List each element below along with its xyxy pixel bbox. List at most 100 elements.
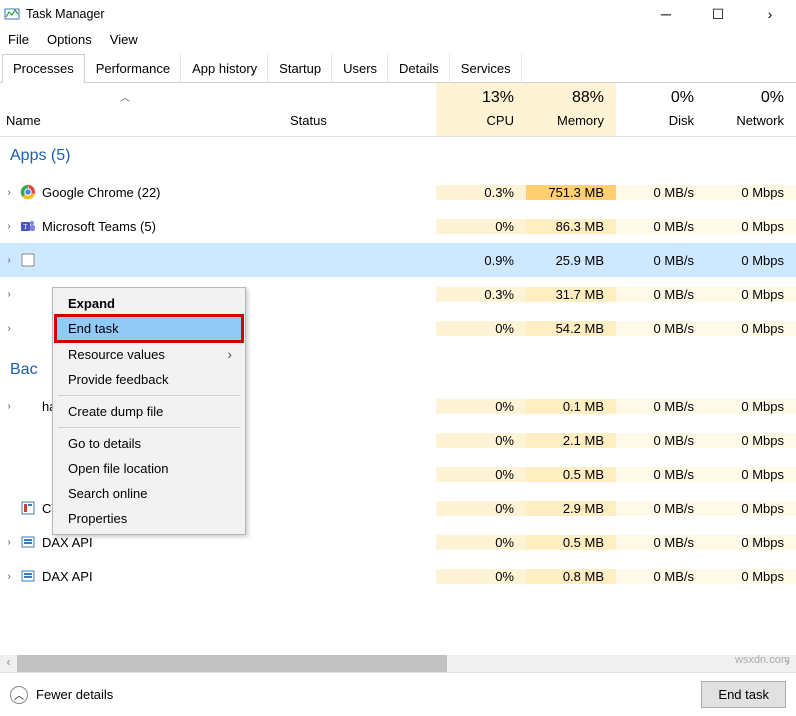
cpu-percent: 13% bbox=[437, 89, 514, 107]
expand-toggle-icon[interactable]: › bbox=[0, 187, 18, 198]
context-resource-values[interactable]: Resource values bbox=[56, 341, 242, 367]
end-task-button[interactable]: End task bbox=[701, 681, 786, 708]
network-cell: 0 Mbps bbox=[706, 501, 796, 516]
memory-cell: 0.5 MB bbox=[526, 467, 616, 482]
network-cell: 0 Mbps bbox=[706, 535, 796, 550]
tab-strip: Processes Performance App history Startu… bbox=[0, 53, 796, 83]
network-cell: 0 Mbps bbox=[706, 467, 796, 482]
process-row-selected[interactable]: › 0.9% 25.9 MB 0 MB/s 0 Mbps bbox=[0, 243, 796, 277]
cpu-cell: 0% bbox=[436, 569, 526, 584]
maximize-button[interactable]: ☐ bbox=[704, 6, 732, 23]
group-apps: Apps (5) bbox=[0, 137, 796, 175]
context-search-online[interactable]: Search online bbox=[56, 481, 242, 506]
cpu-cell: 0% bbox=[436, 501, 526, 516]
memory-cell: 2.1 MB bbox=[526, 433, 616, 448]
process-row[interactable]: › Google Chrome (22) 0.3% 751.3 MB 0 MB/… bbox=[0, 175, 796, 209]
memory-cell: 751.3 MB bbox=[526, 185, 616, 200]
cpu-cell: 0.3% bbox=[436, 185, 526, 200]
column-memory[interactable]: 88% Memory bbox=[526, 83, 616, 136]
overflow-button[interactable]: › bbox=[756, 6, 784, 23]
tab-startup[interactable]: Startup bbox=[268, 54, 332, 83]
title-bar: Task Manager ─ ☐ › bbox=[0, 0, 796, 28]
column-status[interactable]: Status bbox=[290, 83, 436, 136]
cpu-cell: 0% bbox=[436, 399, 526, 414]
network-cell: 0 Mbps bbox=[706, 399, 796, 414]
context-provide-feedback[interactable]: Provide feedback bbox=[56, 367, 242, 392]
network-cell: 0 Mbps bbox=[706, 253, 796, 268]
svg-text:T: T bbox=[23, 223, 28, 231]
column-status-label: Status bbox=[290, 113, 327, 128]
ctf-icon bbox=[18, 500, 38, 516]
network-cell: 0 Mbps bbox=[706, 569, 796, 584]
fewer-details-button[interactable]: ︿ Fewer details bbox=[10, 686, 113, 704]
minimize-button[interactable]: ─ bbox=[652, 6, 680, 23]
disk-cell: 0 MB/s bbox=[616, 185, 706, 200]
expand-toggle-icon[interactable]: › bbox=[0, 401, 18, 412]
context-end-task[interactable]: End task bbox=[56, 316, 242, 341]
disk-cell: 0 MB/s bbox=[616, 287, 706, 302]
app-icon bbox=[18, 252, 38, 268]
network-cell: 0 Mbps bbox=[706, 219, 796, 234]
tab-performance[interactable]: Performance bbox=[85, 54, 181, 83]
disk-cell: 0 MB/s bbox=[616, 501, 706, 516]
process-row[interactable]: › T Microsoft Teams (5) 0% 86.3 MB 0 MB/… bbox=[0, 209, 796, 243]
network-percent: 0% bbox=[707, 89, 784, 107]
teams-icon: T bbox=[18, 218, 38, 234]
cpu-cell: 0.9% bbox=[436, 253, 526, 268]
cpu-cell: 0% bbox=[436, 219, 526, 234]
menu-options[interactable]: Options bbox=[47, 32, 92, 47]
sort-indicator-icon: ︿ bbox=[120, 89, 130, 104]
tab-details[interactable]: Details bbox=[388, 54, 450, 83]
expand-toggle-icon[interactable]: › bbox=[0, 255, 18, 266]
disk-cell: 0 MB/s bbox=[616, 535, 706, 550]
expand-toggle-icon[interactable]: › bbox=[0, 221, 18, 232]
network-cell: 0 Mbps bbox=[706, 321, 796, 336]
context-separator bbox=[58, 395, 240, 396]
disk-cell: 0 MB/s bbox=[616, 321, 706, 336]
network-cell: 0 Mbps bbox=[706, 185, 796, 200]
memory-cell: 2.9 MB bbox=[526, 501, 616, 516]
menu-file[interactable]: File bbox=[8, 32, 29, 47]
context-create-dump[interactable]: Create dump file bbox=[56, 399, 242, 424]
cpu-cell: 0% bbox=[436, 467, 526, 482]
cpu-cell: 0% bbox=[436, 321, 526, 336]
column-cpu[interactable]: 13% CPU bbox=[436, 83, 526, 136]
cpu-cell: 0% bbox=[436, 433, 526, 448]
process-name: Google Chrome (22) bbox=[38, 185, 290, 200]
horizontal-scrollbar[interactable]: ‹ › bbox=[0, 655, 796, 672]
context-open-file-location[interactable]: Open file location bbox=[56, 456, 242, 481]
expand-toggle-icon[interactable]: › bbox=[0, 323, 18, 334]
memory-cell: 0.8 MB bbox=[526, 569, 616, 584]
network-cell: 0 Mbps bbox=[706, 287, 796, 302]
tab-processes[interactable]: Processes bbox=[2, 54, 85, 83]
column-disk[interactable]: 0% Disk bbox=[616, 83, 706, 136]
dax-icon bbox=[18, 534, 38, 550]
disk-label: Disk bbox=[617, 113, 694, 128]
expand-toggle-icon[interactable]: › bbox=[0, 537, 18, 548]
chrome-icon bbox=[18, 184, 38, 200]
chevron-up-icon: ︿ bbox=[10, 686, 28, 704]
process-name: DAX API bbox=[38, 569, 290, 584]
memory-cell: 54.2 MB bbox=[526, 321, 616, 336]
tab-app-history[interactable]: App history bbox=[181, 54, 268, 83]
cpu-cell: 0.3% bbox=[436, 287, 526, 302]
disk-cell: 0 MB/s bbox=[616, 433, 706, 448]
menu-view[interactable]: View bbox=[110, 32, 138, 47]
context-go-to-details[interactable]: Go to details bbox=[56, 431, 242, 456]
context-expand[interactable]: Expand bbox=[56, 291, 242, 316]
expand-toggle-icon[interactable]: › bbox=[0, 289, 18, 300]
memory-percent: 88% bbox=[527, 89, 604, 107]
context-properties[interactable]: Properties bbox=[56, 506, 242, 531]
tab-services[interactable]: Services bbox=[450, 54, 522, 83]
expand-toggle-icon[interactable]: › bbox=[0, 571, 18, 582]
process-name: Microsoft Teams (5) bbox=[38, 219, 290, 234]
tab-users[interactable]: Users bbox=[332, 54, 388, 83]
column-name[interactable]: ︿ Name bbox=[0, 83, 290, 136]
memory-cell: 25.9 MB bbox=[526, 253, 616, 268]
process-row[interactable]: › DAX API 0% 0.8 MB 0 MB/s 0 Mbps bbox=[0, 559, 796, 593]
memory-label: Memory bbox=[527, 113, 604, 128]
column-network[interactable]: 0% Network bbox=[706, 83, 796, 136]
dax-icon bbox=[18, 568, 38, 584]
disk-cell: 0 MB/s bbox=[616, 253, 706, 268]
column-name-label: Name bbox=[6, 113, 290, 128]
